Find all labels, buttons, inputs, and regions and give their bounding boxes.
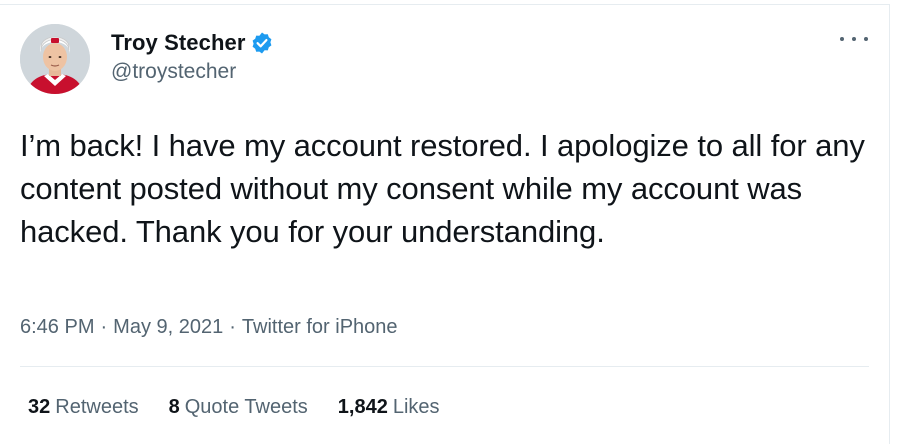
tweet-text: I’m back! I have my account restored. I … [20,128,865,249]
avatar-photo-icon [20,24,90,94]
tweet-meta: 6:46 PM · May 9, 2021 · Twitter for iPhone [20,316,398,339]
name-row: Troy Stecher [111,29,274,57]
quote-tweets-stat[interactable]: 8 Quote Tweets [169,396,308,419]
user-block: Troy Stecher @troystecher [111,29,274,84]
right-border [889,4,890,444]
more-dot [840,37,844,41]
more-dot [864,37,868,41]
quote-tweets-count: 8 [168,396,180,418]
user-handle[interactable]: @troystecher [111,60,274,84]
display-name[interactable]: Troy Stecher [111,30,245,56]
likes-stat[interactable]: 1,842 Likes [338,396,440,419]
more-options-icon[interactable] [840,30,868,48]
likes-count: 1,842 [337,396,388,418]
quote-tweets-label: Quote Tweets [184,396,308,418]
verified-badge-icon [250,31,274,55]
retweets-stat[interactable]: 32 Retweets [28,396,139,419]
likes-label: Likes [392,396,440,418]
tweet-source[interactable]: Twitter for iPhone [242,316,398,338]
tweet-header: Troy Stecher @troystecher [20,24,870,96]
engagement-stats: 32 Retweets 8 Quote Tweets 1,842 Likes [28,396,470,419]
meta-separator: · [100,316,108,338]
meta-separator: · [229,316,236,338]
top-border [0,4,889,5]
tweet-card: Troy Stecher @troystecher I’m back! I ha… [0,0,900,444]
tweet-time[interactable]: 6:46 PM [20,316,94,338]
stats-divider [20,366,869,367]
avatar[interactable] [20,24,90,94]
retweets-count: 32 [28,396,51,418]
tweet-date[interactable]: May 9, 2021 [113,316,223,338]
retweets-label: Retweets [55,396,139,418]
more-dot [852,37,856,41]
